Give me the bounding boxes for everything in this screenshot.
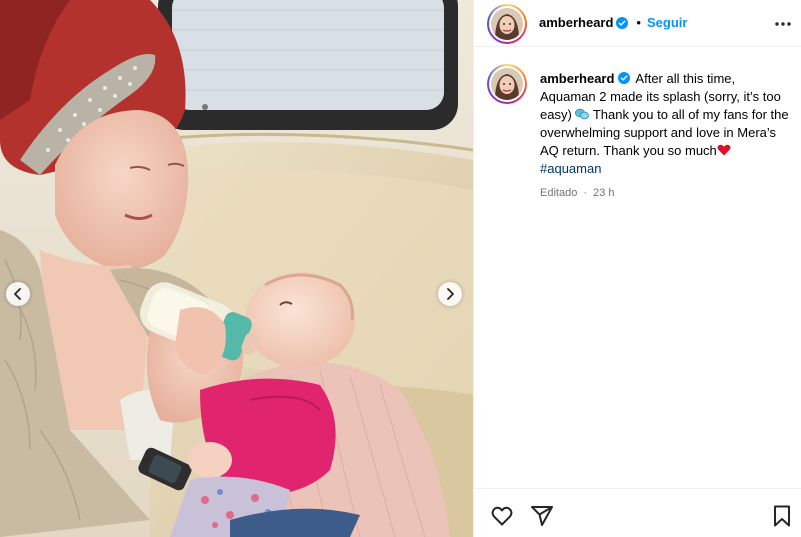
red-heart-emoji [717,144,731,156]
chevron-left-icon [14,288,21,300]
speech-bubbles-emoji [575,108,590,120]
hashtag-link[interactable]: #aquaman [540,161,601,176]
edited-label: Editado [540,187,578,199]
caption-username[interactable]: amberheard [540,71,614,86]
chevron-right-icon [447,288,454,300]
instagram-post: amberheard • Seguir amberheard After all… [0,0,801,537]
post-photo [0,0,473,537]
heart-outline-icon [491,506,513,526]
like-button[interactable] [490,504,514,528]
share-button[interactable] [530,504,554,528]
bookmark-outline-icon [774,505,790,527]
save-button[interactable] [770,504,794,528]
timestamp[interactable]: 23 h [593,187,614,199]
paper-plane-icon [531,506,553,526]
carousel-next-button[interactable] [438,282,462,306]
more-options-icon [775,22,791,26]
post-header: amberheard • Seguir [474,0,801,47]
profile-picture [491,68,523,100]
caption-avatar[interactable] [487,64,527,104]
verified-badge-icon [618,72,631,84]
caption-text: amberheard After all this time, Aquaman 2… [540,70,790,178]
caption-meta: Editado · 23 h [540,187,618,199]
profile-picture [491,8,523,40]
follow-button[interactable]: Seguir [647,15,687,30]
header-separator: • [636,15,641,30]
avatar[interactable] [487,4,527,44]
more-options-button[interactable] [773,14,793,34]
post-side-panel: amberheard • Seguir amberheard After all… [473,0,801,537]
verified-badge-icon [616,16,629,29]
header-username[interactable]: amberheard [539,15,613,30]
post-media[interactable] [0,0,473,537]
carousel-prev-button[interactable] [6,282,30,306]
action-bar [474,488,801,537]
meta-separator: · [583,187,588,199]
